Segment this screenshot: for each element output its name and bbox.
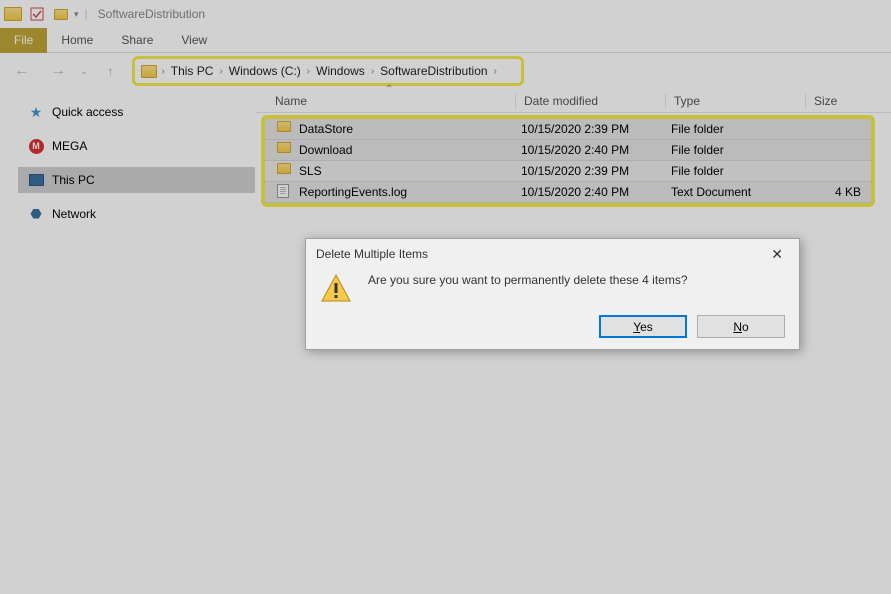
file-row[interactable]: Download 10/15/2020 2:40 PM File folder <box>265 140 871 161</box>
column-header-size[interactable]: Size <box>805 94 865 108</box>
file-list: DataStore 10/15/2020 2:39 PM File folder… <box>261 115 875 207</box>
file-date: 10/15/2020 2:40 PM <box>521 185 671 199</box>
chevron-right-icon[interactable]: › <box>307 66 310 77</box>
sidebar-item-quick-access[interactable]: ★ Quick access <box>18 99 255 125</box>
file-name: Download <box>299 143 521 157</box>
sidebar-item-label: MEGA <box>52 139 87 153</box>
dialog-title: Delete Multiple Items <box>316 247 428 261</box>
chevron-right-icon[interactable]: › <box>494 66 497 77</box>
breadcrumb-item[interactable]: Windows (C:) <box>227 64 303 78</box>
address-row: ← → ⌄ ↑ › This PC › Windows (C:) › Windo… <box>0 53 891 89</box>
network-icon: ⬣ <box>28 206 44 222</box>
breadcrumb-folder-icon <box>141 65 157 78</box>
file-row[interactable]: DataStore 10/15/2020 2:39 PM File folder <box>265 119 871 140</box>
file-type: File folder <box>671 143 811 157</box>
file-name: DataStore <box>299 122 521 136</box>
column-headers: ⌃ Name Date modified Type Size <box>255 89 891 113</box>
sidebar-item-network[interactable]: ⬣ Network <box>18 201 255 227</box>
breadcrumb-item[interactable]: This PC <box>169 64 216 78</box>
file-tab[interactable]: File <box>0 28 47 53</box>
file-type: Text Document <box>671 185 811 199</box>
title-bar: ▾ | SoftwareDistribution <box>0 0 891 28</box>
file-date: 10/15/2020 2:40 PM <box>521 143 671 157</box>
dialog-title-bar: Delete Multiple Items ✕ <box>306 239 799 269</box>
dialog-message: Are you sure you want to permanently del… <box>368 273 688 305</box>
history-dropdown-icon[interactable]: ⌄ <box>80 66 88 77</box>
tab-view[interactable]: View <box>167 28 221 53</box>
ribbon-tabs: File Home Share View <box>0 28 891 53</box>
chevron-right-icon[interactable]: › <box>161 66 164 77</box>
file-name: SLS <box>299 164 521 178</box>
sidebar-item-this-pc[interactable]: This PC <box>18 167 255 193</box>
back-button[interactable]: ← <box>8 57 36 85</box>
column-header-name[interactable]: ⌃ Name <box>275 94 515 108</box>
sort-chevron-icon: ⌃ <box>385 84 393 95</box>
close-button[interactable]: ✕ <box>765 246 789 263</box>
chevron-right-icon[interactable]: › <box>219 66 222 77</box>
file-row[interactable]: ReportingEvents.log 10/15/2020 2:40 PM T… <box>265 182 871 203</box>
file-size: 4 KB <box>811 185 861 199</box>
delete-confirm-dialog: Delete Multiple Items ✕ Are you sure you… <box>305 238 800 350</box>
app-icon <box>2 3 24 25</box>
navigation-sidebar: ★ Quick access M MEGA This PC ⬣ Network <box>0 89 255 594</box>
forward-button[interactable]: → <box>44 57 72 85</box>
folder-icon <box>277 163 293 179</box>
column-header-date[interactable]: Date modified <box>515 94 665 108</box>
column-header-type[interactable]: Type <box>665 94 805 108</box>
breadcrumb-item[interactable]: Windows <box>314 64 367 78</box>
breadcrumb[interactable]: › This PC › Windows (C:) › Windows › Sof… <box>132 56 524 86</box>
title-separator: | <box>85 7 88 21</box>
file-type: File folder <box>671 164 811 178</box>
up-button[interactable]: ↑ <box>96 57 124 85</box>
folder-icon <box>277 142 293 158</box>
pc-icon <box>28 172 44 188</box>
sidebar-item-mega[interactable]: M MEGA <box>18 133 255 159</box>
no-button[interactable]: No <box>697 315 785 338</box>
sidebar-item-label: Network <box>52 207 96 221</box>
qat-dropdown-icon[interactable] <box>50 3 72 25</box>
breadcrumb-item[interactable]: SoftwareDistribution <box>378 64 489 78</box>
window-title: SoftwareDistribution <box>98 7 205 21</box>
file-type: File folder <box>671 122 811 136</box>
tab-share[interactable]: Share <box>107 28 167 53</box>
file-name: ReportingEvents.log <box>299 185 521 199</box>
yes-button[interactable]: Yes <box>599 315 687 338</box>
sidebar-item-label: Quick access <box>52 105 123 119</box>
mega-icon: M <box>28 138 44 154</box>
chevron-right-icon[interactable]: › <box>371 66 374 77</box>
document-icon <box>277 184 293 200</box>
warning-icon <box>320 273 352 305</box>
file-date: 10/15/2020 2:39 PM <box>521 122 671 136</box>
file-row[interactable]: SLS 10/15/2020 2:39 PM File folder <box>265 161 871 182</box>
folder-icon <box>277 121 293 137</box>
star-icon: ★ <box>28 104 44 120</box>
tab-home[interactable]: Home <box>47 28 107 53</box>
file-date: 10/15/2020 2:39 PM <box>521 164 671 178</box>
qat-properties-icon[interactable] <box>26 3 48 25</box>
sidebar-item-label: This PC <box>52 173 95 187</box>
